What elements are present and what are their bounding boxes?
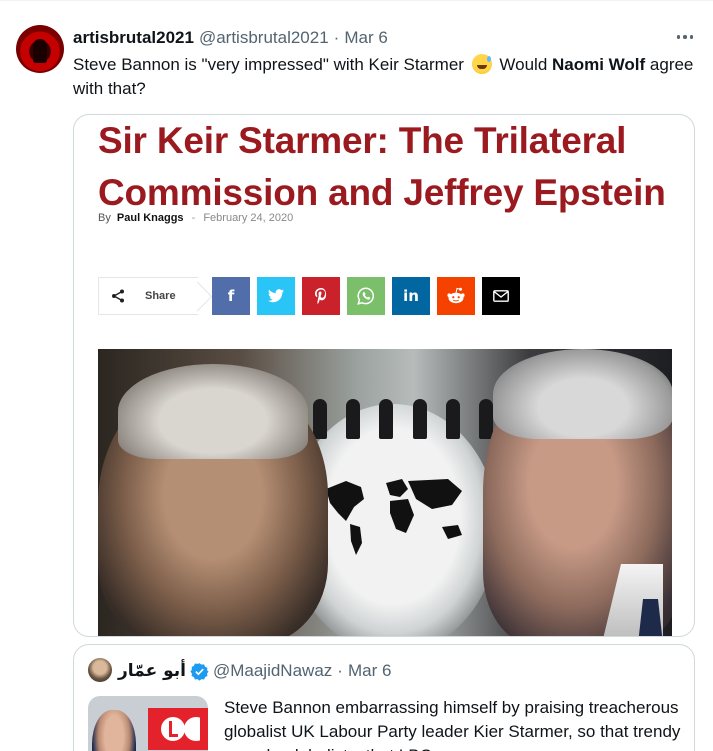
display-name[interactable]: artisbrutal2021 <box>73 28 194 48</box>
facebook-icon: f <box>212 277 250 315</box>
article-image <box>98 349 672 636</box>
linkedin-icon: in <box>392 277 430 315</box>
tweet-text-part1: Steve Bannon is "very impressed" with Ke… <box>73 55 469 74</box>
byline-author: Paul Knaggs <box>116 212 184 224</box>
tweet[interactable]: artisbrutal2021 @artisbrutal2021 · Mar 6… <box>0 0 713 751</box>
social-share-row: f in <box>212 277 520 315</box>
quote-thumbnail <box>88 696 208 751</box>
email-icon <box>482 277 520 315</box>
tweet-date[interactable]: Mar 6 <box>344 28 387 48</box>
tweet-header: artisbrutal2021 @artisbrutal2021 · Mar 6 <box>73 27 388 49</box>
image-world-map <box>326 479 462 555</box>
avatar[interactable] <box>16 25 64 73</box>
byline-date: February 24, 2020 <box>203 212 294 224</box>
tweet-text-part2: Would <box>494 55 552 74</box>
quote-text: Steve Bannon embarrassing himself by pra… <box>224 698 681 751</box>
user-handle[interactable]: @artisbrutal2021 <box>199 28 329 48</box>
article-title: Sir Keir Starmer: The Trilateral Commiss… <box>98 120 666 213</box>
verified-badge-icon <box>190 662 209 681</box>
thumbnail-lbc-logo <box>148 708 208 750</box>
tweet-text-bold: Naomi Wolf <box>552 55 646 74</box>
pinterest-icon <box>302 277 340 315</box>
image-masked-figures <box>303 349 503 439</box>
reddit-icon <box>437 277 475 315</box>
avatar-figure <box>33 39 47 63</box>
quote-separator-dot: · <box>337 661 343 680</box>
image-right-hair <box>493 349 672 439</box>
quote-display-name[interactable]: أبو عمّار <box>118 661 186 681</box>
separator-dot: · <box>333 28 340 47</box>
article-byline: By Paul Knaggs - February 24, 2020 <box>98 212 293 224</box>
image-left-hair <box>118 364 308 459</box>
more-options-icon[interactable] <box>673 27 697 47</box>
facebook-glyph: f <box>227 287 235 305</box>
byline-separator: - <box>191 212 196 224</box>
share-icon <box>111 289 125 303</box>
quote-header: أبو عمّار @MaajidNawaz · Mar 6 <box>118 659 391 683</box>
tweet-text: Steve Bannon is "very impressed" with Ke… <box>73 53 698 101</box>
quote-date[interactable]: Mar 6 <box>348 661 391 681</box>
whatsapp-icon <box>347 277 385 315</box>
share-box: Share <box>98 277 198 315</box>
grinning-sweat-emoji-icon <box>471 54 492 74</box>
share-label: Share <box>145 290 176 302</box>
quote-avatar[interactable] <box>88 658 112 682</box>
quoted-tweet[interactable]: أبو عمّار @MaajidNawaz · Mar 6 Steve Ban… <box>73 644 695 751</box>
media-card[interactable]: Sir Keir Starmer: The Trilateral Commiss… <box>73 114 695 637</box>
thumbnail-person <box>92 710 136 751</box>
byline-by: By <box>98 212 111 224</box>
quote-handle[interactable]: @MaajidNawaz <box>213 661 332 681</box>
twitter-icon <box>257 277 295 315</box>
linkedin-glyph: in <box>403 287 419 305</box>
